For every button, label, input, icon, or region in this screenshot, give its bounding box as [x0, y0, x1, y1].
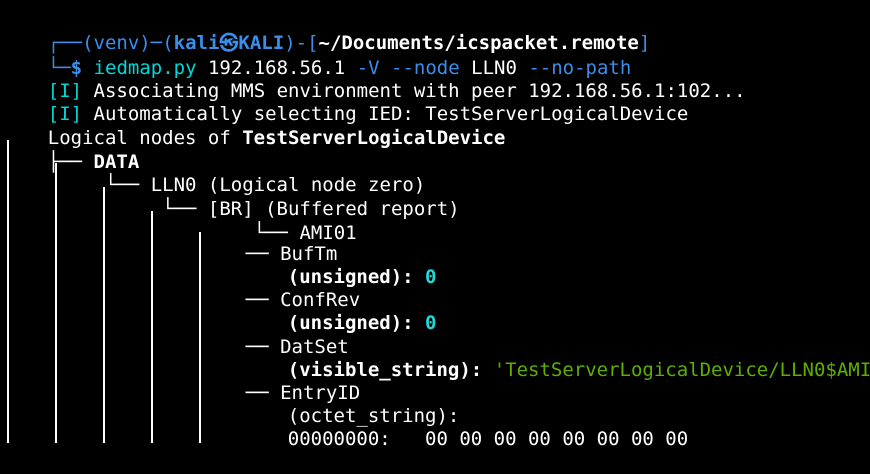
field-entryid-type-row: (octet_string):: [242, 382, 460, 427]
device-name: TestServerLogicalDevice: [242, 127, 506, 149]
prompt-line-1: ┌──(venv)─(kali㉿KALI)-[~/Documents/icspa…: [2, 9, 651, 54]
field-colon: :: [470, 359, 494, 381]
prompt-path-close: ]: [638, 32, 651, 54]
field-datset-value-row: (visible_string): 'TestServerLogicalDevi…: [242, 336, 870, 381]
hex-bytes: 00 00 00 00 00 00 00 00: [425, 428, 689, 450]
info-line-1: [I] Associating MMS environment with pee…: [2, 57, 746, 102]
field-confrev-name-row: ── ConfRev: [200, 266, 360, 311]
tree-guide-level0: [7, 140, 9, 443]
field-buftm-name-row: ── BufTm: [200, 220, 338, 265]
tree-br-row: └── [BR] (Buffered report): [2, 175, 459, 220]
field-confrev-value: 0: [425, 312, 437, 334]
field-colon: :: [402, 312, 426, 334]
hex-offset: 00000000:: [287, 428, 391, 450]
field-buftm-value-row: (unsigned): 0: [242, 243, 437, 288]
tree-data-row: ├── DATA: [2, 128, 140, 173]
terminal-window[interactable]: ┌──(venv)─(kali㉿KALI)-[~/Documents/icspa…: [0, 0, 870, 450]
tree-lln0-row: └── LLN0 (Logical node zero): [2, 151, 425, 196]
field-colon: :: [402, 266, 426, 288]
field-entryid-hex-row: 00000000: 00 00 00 00 00 00 00 00: [242, 405, 688, 450]
field-entryid-name-row: ── EntryID: [200, 359, 360, 404]
nodes-header: Logical nodes of TestServerLogicalDevice: [2, 104, 506, 149]
command-line[interactable]: └─$ iedmap.py 192.168.56.1 -V --node LLN…: [2, 34, 632, 79]
field-datset-name-row: ── DatSet: [200, 313, 349, 358]
tree-guide-level3: [151, 211, 153, 443]
tree-guide-level1: [55, 163, 57, 443]
field-buftm-value: 0: [425, 266, 437, 288]
info-line-2: [I] Automatically selecting IED: TestSer…: [2, 80, 689, 125]
tree-guide-level2: [103, 187, 105, 443]
field-confrev-value-row: (unsigned): 0: [242, 289, 437, 334]
field-datset-value: 'TestServerLogicalDevice/LLN0$AMI': [493, 359, 870, 381]
